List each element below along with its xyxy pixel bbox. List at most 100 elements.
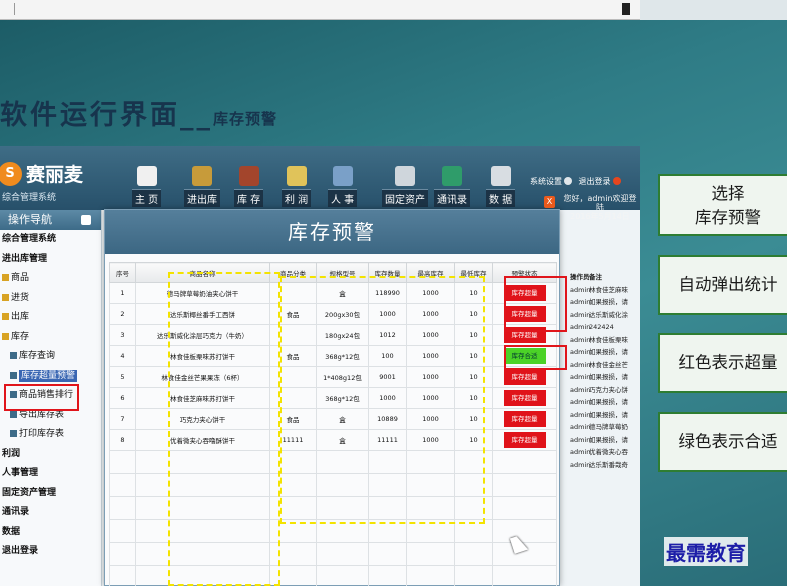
sidebar-item[interactable]: 库存 bbox=[0, 328, 101, 348]
user-greeting: 您好，admin欢迎登陆 bbox=[563, 194, 637, 212]
sidebar-item[interactable]: 数据 bbox=[0, 523, 101, 543]
empty-cell bbox=[406, 542, 455, 566]
sidebar-item[interactable]: 通讯录 bbox=[0, 503, 101, 523]
bg-row: admin如果报损，请 bbox=[563, 409, 640, 422]
sidebar-item-label: 导出库存表 bbox=[19, 409, 65, 420]
strip-mark bbox=[622, 3, 630, 15]
page-icon bbox=[10, 352, 17, 359]
cell-no: 5 bbox=[109, 366, 136, 388]
bg-operator: admin bbox=[570, 385, 591, 394]
logout-icon[interactable] bbox=[612, 177, 621, 185]
empty-cell bbox=[109, 519, 136, 543]
bg-row: admin林食佳芝麻味 bbox=[563, 284, 640, 297]
cell-status: 库存超量 bbox=[492, 429, 557, 451]
nav-home[interactable]: 主 页 bbox=[132, 166, 162, 208]
empty-cell bbox=[406, 565, 455, 586]
nav-label: 固定资产 bbox=[382, 189, 428, 207]
highlight-box-ok bbox=[504, 345, 567, 370]
callout-text: 自动弹出统计 bbox=[678, 275, 778, 294]
settings-link[interactable]: 系统设置 bbox=[530, 177, 562, 186]
status-badge[interactable]: 库存超量 bbox=[503, 390, 546, 406]
headline-sub: 库存预警 bbox=[213, 110, 278, 128]
bg-note: 达乐斯番哉奇 bbox=[589, 460, 628, 469]
sidebar-item[interactable]: 进货 bbox=[0, 289, 101, 309]
bg-note: 如果报损，请 bbox=[589, 373, 628, 381]
sidebar-item-label: 库存查询 bbox=[19, 351, 56, 361]
empty-cell bbox=[316, 565, 369, 586]
empty-cell bbox=[316, 542, 369, 566]
cell-status: 库存超量 bbox=[492, 387, 557, 409]
column-header[interactable]: 序号 bbox=[109, 262, 136, 283]
sidebar-item[interactable]: 进出库管理 bbox=[0, 250, 101, 270]
status-badge[interactable]: 库存超量 bbox=[503, 411, 546, 427]
bg-row: admin如果报损，请 bbox=[563, 396, 640, 409]
sidebar-item[interactable]: 利润 bbox=[0, 445, 101, 465]
page-icon bbox=[10, 430, 17, 437]
bg-note: 林食佳板栗味 bbox=[589, 335, 628, 344]
highlight-box-over bbox=[504, 276, 567, 332]
settings-icon[interactable] bbox=[564, 177, 572, 185]
sidebar-item[interactable]: 退出登录 bbox=[0, 542, 101, 562]
sidebar-item-label: 人事管理 bbox=[2, 468, 39, 478]
nav-contacts[interactable]: 通讯录 bbox=[434, 166, 470, 208]
page-icon bbox=[10, 371, 17, 379]
nav-computer[interactable]: 固定资产 bbox=[382, 166, 428, 208]
bg-note: 如果报损，请 bbox=[589, 398, 628, 406]
book-icon bbox=[238, 166, 259, 186]
sidebar-item[interactable]: 固定资产管理 bbox=[0, 484, 101, 504]
sidebar-item[interactable]: 商品 bbox=[0, 269, 101, 289]
nav-database[interactable]: 数 据 bbox=[486, 166, 516, 208]
sidebar-item-label: 出库 bbox=[11, 312, 30, 322]
sidebar-item[interactable]: 综合管理系统 bbox=[0, 230, 101, 250]
nav-label: 利 润 bbox=[282, 189, 312, 207]
status-badge[interactable]: 库存超量 bbox=[503, 369, 546, 385]
bg-operator: admin bbox=[570, 435, 591, 444]
nav-label: 进出库 bbox=[184, 189, 220, 207]
empty-cell bbox=[492, 496, 557, 520]
callout-box: 选择 库存预警 bbox=[658, 174, 787, 236]
status-badge[interactable]: 库存超量 bbox=[503, 432, 546, 448]
bg-row: admin242424 bbox=[563, 321, 640, 334]
bg-operator: admin bbox=[570, 398, 591, 406]
sidebar-item[interactable]: 库存查询 bbox=[0, 347, 101, 367]
sidebar-item-label: 利润 bbox=[2, 448, 21, 459]
headline-main: 软件运行界面__ bbox=[0, 100, 213, 131]
bg-note: 如果报损，请 bbox=[589, 410, 628, 419]
page-icon bbox=[10, 410, 17, 418]
strip-divider bbox=[14, 3, 15, 15]
nav-money[interactable]: 利 润 bbox=[282, 166, 312, 208]
callout-box: 自动弹出统计 bbox=[658, 255, 787, 315]
folder-icon bbox=[2, 332, 9, 340]
nav-box[interactable]: 进出库 bbox=[184, 166, 220, 208]
empty-cell bbox=[492, 450, 557, 474]
logout-link[interactable]: 退出登录 bbox=[579, 177, 611, 186]
app-window: S 赛丽麦 综合管理系统 主 页进出库库 存利 润人 事固定资产 通讯录数 据 系… bbox=[0, 146, 640, 586]
empty-cell bbox=[492, 565, 557, 586]
sidebar-header: 操作导航 bbox=[0, 210, 101, 230]
bg-row: admin如果报损，请 bbox=[563, 371, 640, 384]
sidebar-item[interactable]: 出库 bbox=[0, 308, 101, 328]
sidebar-item-label: 通讯录 bbox=[2, 507, 30, 517]
logo-icon: S bbox=[0, 162, 22, 186]
empty-cell bbox=[109, 565, 136, 586]
pin-icon[interactable] bbox=[81, 215, 91, 225]
stock-warning-dialog: 库存预警 X 序号 商品名称 商品分类 规格型号 库存数量 最高库存 最低库存 预警状态 1德… bbox=[104, 196, 567, 586]
nav-book[interactable]: 库 存 bbox=[234, 166, 264, 208]
empty-cell bbox=[109, 496, 136, 520]
nav-label: 主 页 bbox=[132, 189, 162, 207]
bg-row: admin如果报损，请 bbox=[563, 346, 640, 359]
sidebar-item[interactable]: 打印库存表 bbox=[0, 425, 101, 445]
bg-note: 林食佳金丝芒 bbox=[589, 360, 628, 369]
cell-no: 1 bbox=[109, 282, 136, 304]
nav-people[interactable]: 人 事 bbox=[328, 166, 358, 208]
close-icon[interactable]: X bbox=[544, 196, 555, 208]
folder-icon bbox=[2, 313, 9, 320]
sidebar-item[interactable]: 人事管理 bbox=[0, 464, 101, 484]
box-icon bbox=[192, 166, 212, 186]
logo-subtitle: 综合管理系统 bbox=[2, 193, 57, 203]
watermark: 最需教育 bbox=[664, 537, 748, 566]
folder-icon bbox=[2, 274, 9, 281]
sidebar-item-label: 打印库存表 bbox=[19, 429, 65, 439]
bg-table-header: 操作员备注 bbox=[563, 271, 640, 284]
cell-no: 7 bbox=[109, 408, 136, 430]
